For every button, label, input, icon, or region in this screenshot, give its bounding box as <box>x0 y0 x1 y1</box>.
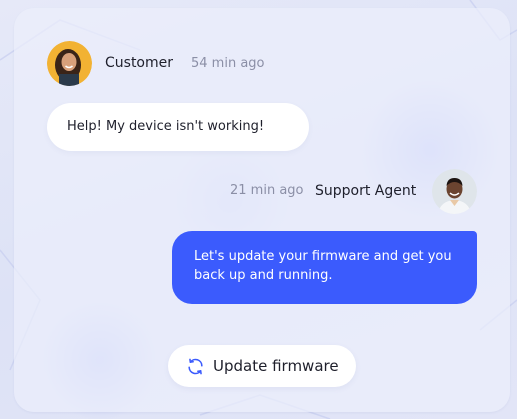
refresh-icon <box>186 357 205 376</box>
customer-avatar <box>47 41 92 86</box>
agent-avatar-image <box>432 169 477 214</box>
customer-name: Customer <box>105 55 174 71</box>
agent-message-time: 21 min ago <box>230 183 304 198</box>
customer-message-bubble: Help! My device isn't working! <box>47 103 309 151</box>
update-firmware-button[interactable]: Update firmware <box>168 345 356 387</box>
update-firmware-label: Update firmware <box>213 357 339 375</box>
customer-message-time: 54 min ago <box>191 56 265 71</box>
agent-name: Support Agent <box>315 183 417 199</box>
customer-avatar-image <box>47 41 92 86</box>
agent-message-bubble: Let's update your firmware and get you b… <box>172 231 477 304</box>
agent-avatar <box>432 169 477 214</box>
